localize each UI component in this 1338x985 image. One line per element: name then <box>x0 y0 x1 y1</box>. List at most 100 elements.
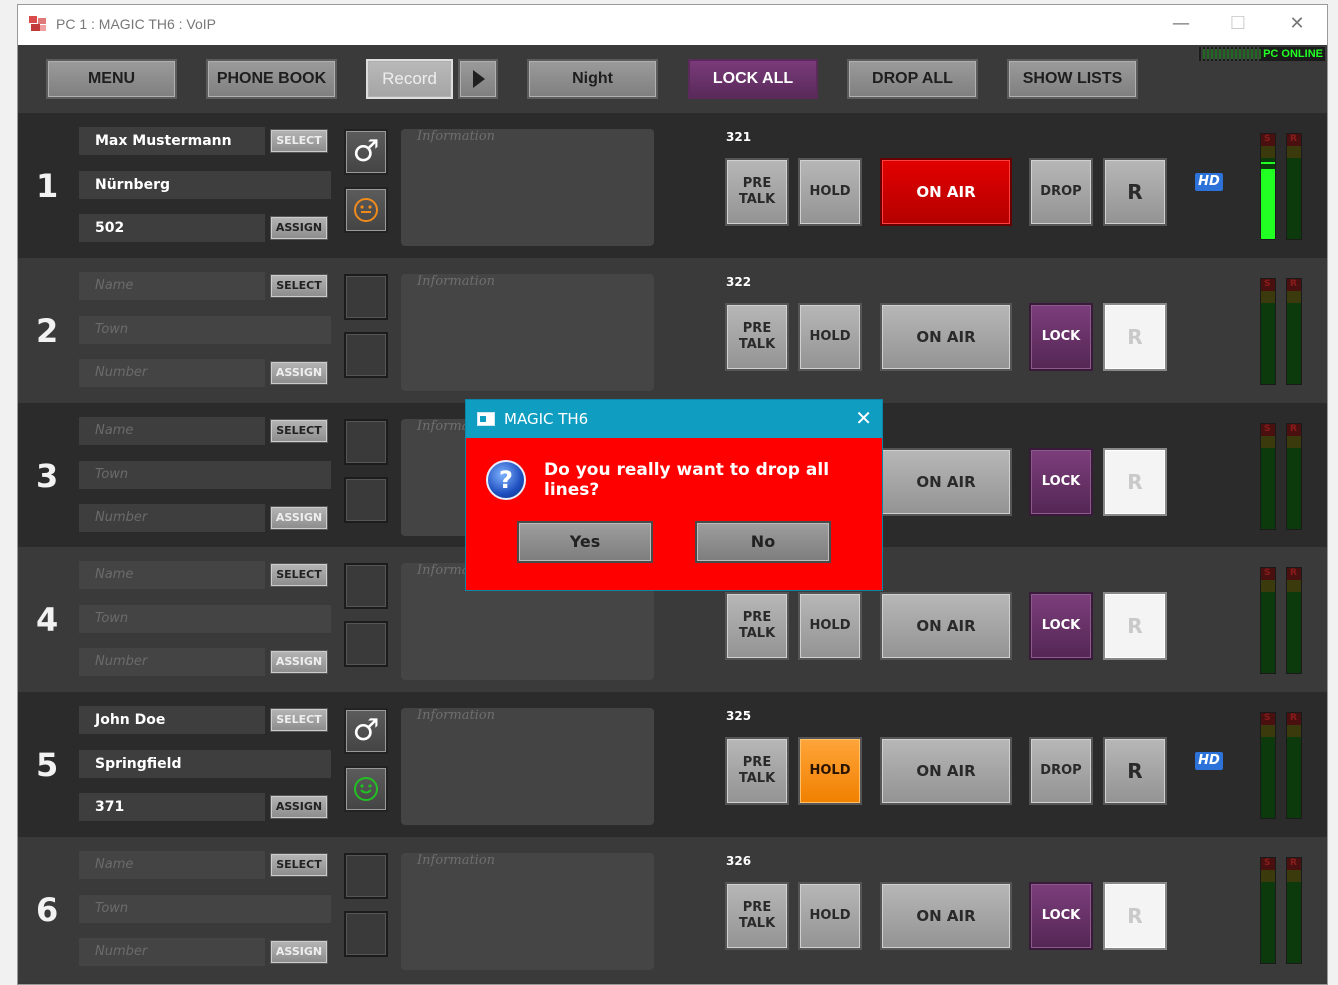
r-button[interactable]: R <box>1103 158 1167 226</box>
caller-number-field[interactable]: 502 <box>79 214 265 242</box>
mood-button[interactable] <box>344 187 388 233</box>
caller-name-field[interactable]: Name <box>79 417 265 445</box>
call-line-2: 2 Name Town Number SELECT ASSIGN Information 32… <box>18 258 1327 403</box>
caller-number-field[interactable]: Number <box>79 359 265 387</box>
r-button[interactable]: R <box>1103 882 1167 950</box>
mood-button[interactable] <box>344 332 388 378</box>
gender-button[interactable] <box>344 419 388 465</box>
select-button[interactable]: SELECT <box>270 419 328 443</box>
information-box[interactable]: Information <box>401 129 654 246</box>
r-button[interactable]: R <box>1103 303 1167 371</box>
level-meter-s: S <box>1260 278 1276 385</box>
information-box[interactable]: Information <box>401 853 654 970</box>
hd-badge: HD <box>1195 752 1223 770</box>
lock-button[interactable]: LOCK <box>1029 448 1093 516</box>
night-button[interactable]: Night <box>527 59 658 99</box>
assign-button[interactable]: ASSIGN <box>270 361 328 385</box>
drop-all-button[interactable]: DROP ALL <box>847 59 978 99</box>
line-number: 5 <box>36 746 59 784</box>
caller-town-field[interactable]: Town <box>79 895 331 923</box>
record-button[interactable]: Record <box>366 59 453 99</box>
gender-button[interactable]: ♂ <box>344 708 388 754</box>
hold-button[interactable]: HOLD <box>798 158 862 226</box>
caller-town-field[interactable]: Town <box>79 605 331 633</box>
assign-button[interactable]: ASSIGN <box>270 940 328 964</box>
caller-number-field[interactable]: Number <box>79 938 265 966</box>
minimize-button[interactable]: — <box>1161 9 1201 41</box>
hold-button[interactable]: HOLD <box>798 737 862 805</box>
assign-button[interactable]: ASSIGN <box>270 650 328 674</box>
hold-button[interactable]: HOLD <box>798 592 862 660</box>
yes-button[interactable]: Yes <box>517 521 653 563</box>
meter-label: R <box>1290 134 1297 144</box>
play-button[interactable] <box>458 59 498 99</box>
no-button[interactable]: No <box>695 521 831 563</box>
mood-button[interactable] <box>344 477 388 523</box>
assign-button[interactable]: ASSIGN <box>270 506 328 530</box>
menu-button[interactable]: MENU <box>46 59 177 99</box>
caller-town-field[interactable]: Town <box>79 461 331 489</box>
r-button[interactable]: R <box>1103 592 1167 660</box>
information-placeholder: Informa <box>417 419 470 434</box>
gender-button[interactable] <box>344 563 388 609</box>
information-placeholder: Information <box>417 129 496 144</box>
lock-button[interactable]: LOCK <box>1029 882 1093 950</box>
caller-number-field[interactable]: Number <box>79 648 265 676</box>
drop-button[interactable]: DROP <box>1029 158 1093 226</box>
on-air-button[interactable]: ON AIR <box>880 158 1012 226</box>
information-box[interactable]: Information <box>401 274 654 391</box>
pre-talk-button[interactable]: PRE TALK <box>725 158 789 226</box>
select-button[interactable]: SELECT <box>270 563 328 587</box>
pre-talk-button[interactable]: PRE TALK <box>725 303 789 371</box>
pre-talk-button[interactable]: PRE TALK <box>725 737 789 805</box>
meter-peak <box>1261 162 1275 164</box>
gender-button[interactable] <box>344 853 388 899</box>
caller-name-field[interactable]: Name <box>79 272 265 300</box>
on-air-button[interactable]: ON AIR <box>880 737 1012 805</box>
on-air-button[interactable]: ON AIR <box>880 448 1012 516</box>
caller-name-field[interactable]: John Doe <box>79 706 265 734</box>
hold-button[interactable]: HOLD <box>798 882 862 950</box>
line-extension: 326 <box>726 854 752 868</box>
r-button[interactable]: R <box>1103 737 1167 805</box>
lock-all-button[interactable]: LOCK ALL <box>688 59 818 99</box>
pre-talk-button[interactable]: PRE TALK <box>725 882 789 950</box>
line-number: 1 <box>36 167 59 205</box>
gender-button[interactable] <box>344 274 388 320</box>
select-button[interactable]: SELECT <box>270 274 328 298</box>
r-button[interactable]: R <box>1103 448 1167 516</box>
caller-town-field[interactable]: Town <box>79 316 331 344</box>
caller-name-field[interactable]: Name <box>79 851 265 879</box>
dialog-close-button[interactable]: ✕ <box>855 406 872 430</box>
mood-button[interactable] <box>344 621 388 667</box>
information-box[interactable]: Information <box>401 708 654 825</box>
assign-button[interactable]: ASSIGN <box>270 795 328 819</box>
select-button[interactable]: SELECT <box>270 853 328 877</box>
lock-button[interactable]: LOCK <box>1029 592 1093 660</box>
caller-number-field[interactable]: 371 <box>79 793 265 821</box>
lock-button[interactable]: LOCK <box>1029 303 1093 371</box>
phone-book-button[interactable]: PHONE BOOK <box>206 59 337 99</box>
caller-name-field[interactable]: Name <box>79 561 265 589</box>
drop-button[interactable]: DROP <box>1029 737 1093 805</box>
pre-talk-button[interactable]: PRE TALK <box>725 592 789 660</box>
caller-number-field[interactable]: Number <box>79 504 265 532</box>
caller-town-field[interactable]: Springfield <box>79 750 331 778</box>
mood-button[interactable] <box>344 911 388 957</box>
meter-label: R <box>1290 713 1297 723</box>
mood-button[interactable] <box>344 766 388 812</box>
level-meter-r: R <box>1286 712 1302 819</box>
select-button[interactable]: SELECT <box>270 708 328 732</box>
on-air-button[interactable]: ON AIR <box>880 882 1012 950</box>
on-air-button[interactable]: ON AIR <box>880 592 1012 660</box>
hold-button[interactable]: HOLD <box>798 303 862 371</box>
caller-name-field[interactable]: Max Mustermann <box>79 127 265 155</box>
gender-button[interactable]: ♂ <box>344 129 388 175</box>
close-button[interactable]: ✕ <box>1277 9 1317 41</box>
assign-button[interactable]: ASSIGN <box>270 216 328 240</box>
maximize-button[interactable]: ☐ <box>1218 9 1258 41</box>
on-air-button[interactable]: ON AIR <box>880 303 1012 371</box>
caller-town-field[interactable]: Nürnberg <box>79 171 331 199</box>
select-button[interactable]: SELECT <box>270 129 328 153</box>
show-lists-button[interactable]: SHOW LISTS <box>1007 59 1138 99</box>
